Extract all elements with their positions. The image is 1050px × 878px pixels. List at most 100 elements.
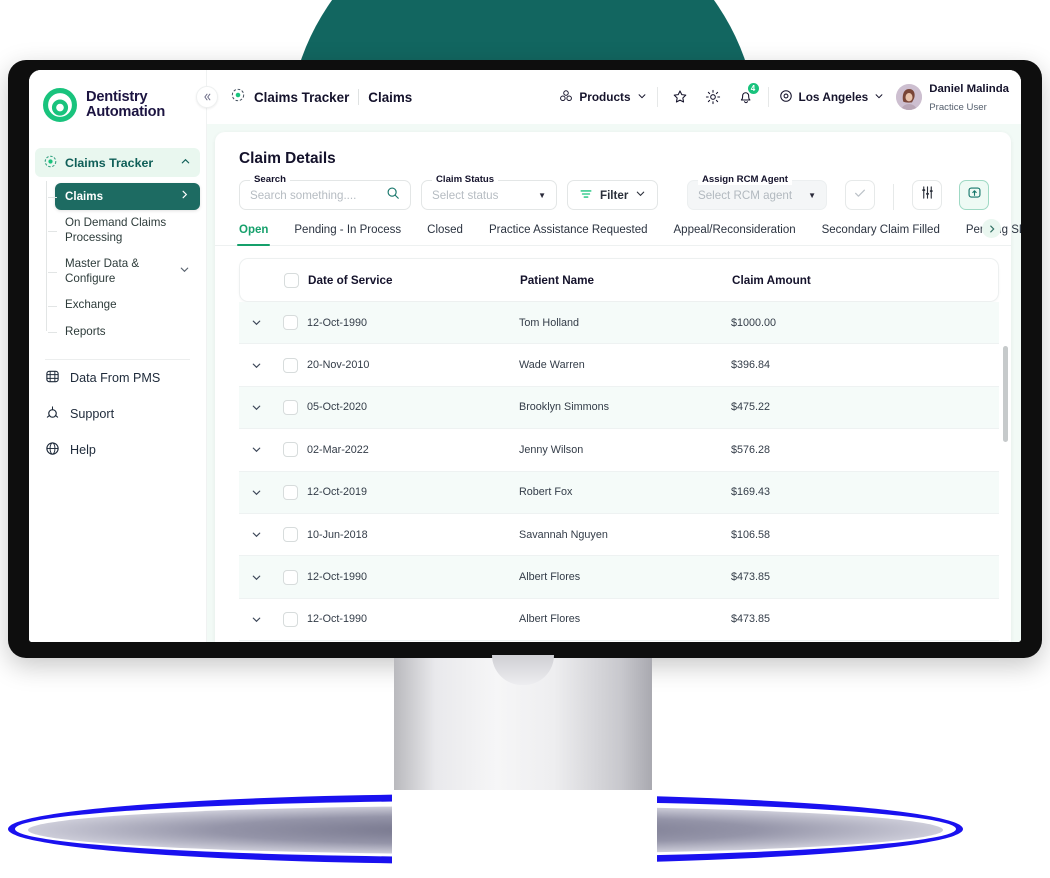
products-menu[interactable]: Products: [559, 89, 646, 106]
double-chevron-left-icon[interactable]: [196, 86, 218, 108]
column-settings-button[interactable]: [912, 180, 942, 210]
cell-patient-name: Albert Flores: [519, 571, 581, 584]
upload-box-icon: [967, 185, 982, 205]
tabs-next-chevron-right-icon[interactable]: [982, 219, 1001, 238]
table-row[interactable]: 12-Oct-2019 Robert Fox $169.43: [239, 471, 999, 514]
cell-claim-amount: $169.43: [731, 486, 771, 499]
cell-patient-name: Robert Fox: [519, 486, 573, 499]
cell-claim-amount: $106.58: [731, 528, 771, 541]
table-scrollbar[interactable]: [1003, 346, 1008, 442]
cell-patient-name: Jenny Wilson: [519, 443, 584, 456]
row-expand-chevron-down-icon[interactable]: [239, 402, 273, 413]
table-row[interactable]: 12-Oct-1990 Albert Flores $473.85: [239, 556, 999, 599]
row-expand-chevron-down-icon[interactable]: [239, 317, 273, 328]
breadcrumb-sub[interactable]: Claims: [368, 90, 412, 105]
sidebar-item-support[interactable]: Support: [29, 396, 206, 432]
tab-secondary-claim-filled[interactable]: Secondary Claim Filled: [822, 224, 940, 245]
monitor-bezel: Dentistry Automation Claims Tracker Clai…: [8, 60, 1042, 658]
table-row[interactable]: 10-Jun-2018 Savannah Nguyen $106.58: [239, 514, 999, 557]
row-checkbox[interactable]: [273, 611, 307, 627]
target-icon: [231, 88, 245, 107]
row-expand-chevron-down-icon[interactable]: [239, 614, 273, 625]
table-row[interactable]: 20-Nov-2010 Wade Warren $396.84: [239, 344, 999, 387]
tab-closed[interactable]: Closed: [427, 224, 463, 245]
breadcrumb-main[interactable]: Claims Tracker: [254, 90, 349, 105]
row-expand-chevron-down-icon[interactable]: [239, 487, 273, 498]
claim-status-legend: Claim Status: [432, 174, 499, 185]
row-checkbox[interactable]: [273, 527, 307, 543]
filter-icon: [579, 187, 593, 204]
breadcrumb: Claims Tracker Claims: [231, 88, 412, 107]
claims-table: Date of Service Patient Name Claim Amoun…: [215, 246, 1011, 642]
search-field: Search Search something....: [239, 174, 411, 210]
database-icon: [45, 369, 60, 387]
main-column: Claims Tracker Claims Products 4 Los Ang…: [196, 70, 1021, 642]
sidebar-lower-label: Help: [70, 443, 96, 458]
bell-icon[interactable]: 4: [734, 82, 760, 109]
sidebar-item-on-demand-claims-processing[interactable]: On Demand Claims Processing: [48, 210, 200, 251]
cell-date-of-service: 05-Oct-2020: [307, 401, 368, 414]
tab-practice-assistance-requested[interactable]: Practice Assistance Requested: [489, 224, 648, 245]
column-header-claim-amount[interactable]: Claim Amount: [732, 274, 998, 287]
cell-date-of-service: 12-Oct-2019: [307, 486, 368, 499]
sidebar-item-label: Reports: [65, 324, 106, 338]
top-bar-right: Products 4 Los Angeles Daniel Malinda Pr…: [559, 79, 1009, 115]
row-expand-chevron-down-icon[interactable]: [239, 529, 273, 540]
tab-open[interactable]: Open: [236, 224, 271, 246]
row-checkbox[interactable]: [273, 442, 307, 458]
table-body: 12-Oct-1990 Tom Holland $1000.00 20-Nov-…: [239, 302, 999, 642]
claim-status-placeholder: Select status: [432, 188, 499, 202]
row-expand-chevron-down-icon[interactable]: [239, 360, 273, 371]
target-icon: [44, 155, 57, 171]
row-checkbox[interactable]: [273, 484, 307, 500]
column-header-patient-name[interactable]: Patient Name: [520, 274, 732, 287]
sidebar-item-label: Claims: [65, 189, 104, 203]
table-row[interactable]: 12-Oct-1990 Albert Flores $473.85: [239, 599, 999, 642]
column-header-date-of-service[interactable]: Date of Service: [308, 274, 520, 287]
filter-button[interactable]: Filter: [567, 180, 659, 210]
table-row[interactable]: 12-Oct-1990 Tom Holland $1000.00: [239, 302, 999, 345]
sidebar-group-label: Claims Tracker: [65, 155, 154, 170]
row-expand-chevron-down-icon[interactable]: [239, 444, 273, 455]
export-button[interactable]: [959, 180, 989, 210]
sidebar-item-claims[interactable]: Claims: [48, 183, 200, 211]
confirm-assign-button[interactable]: [845, 180, 875, 210]
row-checkbox[interactable]: [273, 315, 307, 331]
controls-bar: Search Search something.... Claim Status…: [215, 168, 1011, 210]
sidebar-group-claims-tracker[interactable]: Claims Tracker: [35, 148, 200, 177]
row-expand-chevron-down-icon[interactable]: [239, 572, 273, 583]
sidebar-item-exchange[interactable]: Exchange: [48, 292, 200, 318]
sidebar-lower-label: Data From PMS: [70, 371, 161, 386]
tab-appeal-reconsideration[interactable]: Appeal/Reconsideration: [674, 224, 796, 245]
tree-tick: [48, 332, 57, 334]
filter-label: Filter: [600, 188, 629, 202]
sidebar-item-reports[interactable]: Reports: [48, 319, 200, 345]
sidebar-item-help[interactable]: Help: [29, 432, 206, 468]
brand-line-2: Automation: [86, 104, 166, 120]
row-checkbox[interactable]: [273, 399, 307, 415]
cell-patient-name: Wade Warren: [519, 359, 585, 372]
avatar: [896, 84, 923, 110]
sidebar-item-data-from-pms[interactable]: Data From PMS: [29, 360, 206, 396]
cell-date-of-service: 10-Jun-2018: [307, 528, 368, 541]
select-all-checkbox[interactable]: [274, 272, 308, 288]
monitor-screen: Dentistry Automation Claims Tracker Clai…: [29, 70, 1021, 642]
cell-claim-amount: $396.84: [731, 359, 771, 372]
brand-logo[interactable]: Dentistry Automation: [29, 84, 206, 122]
search-icon[interactable]: [386, 186, 400, 205]
table-row[interactable]: 05-Oct-2020 Brooklyn Simmons $475.22: [239, 386, 999, 430]
row-checkbox[interactable]: [273, 357, 307, 373]
star-icon[interactable]: [668, 85, 692, 109]
table-row[interactable]: 02-Mar-2022 Jenny Wilson $576.28: [239, 429, 999, 472]
triangle-down-icon: ▼: [538, 190, 546, 200]
chevron-up-icon[interactable]: [180, 156, 191, 170]
location-selector[interactable]: Los Angeles: [779, 89, 885, 106]
sidebar-item-master-data-configure[interactable]: Master Data & Configure: [48, 251, 200, 292]
tree-tick: [48, 230, 57, 232]
tab-pending-in-process[interactable]: Pending - In Process: [294, 224, 401, 245]
user-profile[interactable]: Daniel Malinda Practice User: [896, 79, 1009, 115]
assign-rcm-legend: Assign RCM Agent: [698, 174, 792, 185]
gear-icon[interactable]: [701, 85, 725, 109]
cell-claim-amount: $473.85: [731, 571, 771, 584]
row-checkbox[interactable]: [273, 569, 307, 585]
